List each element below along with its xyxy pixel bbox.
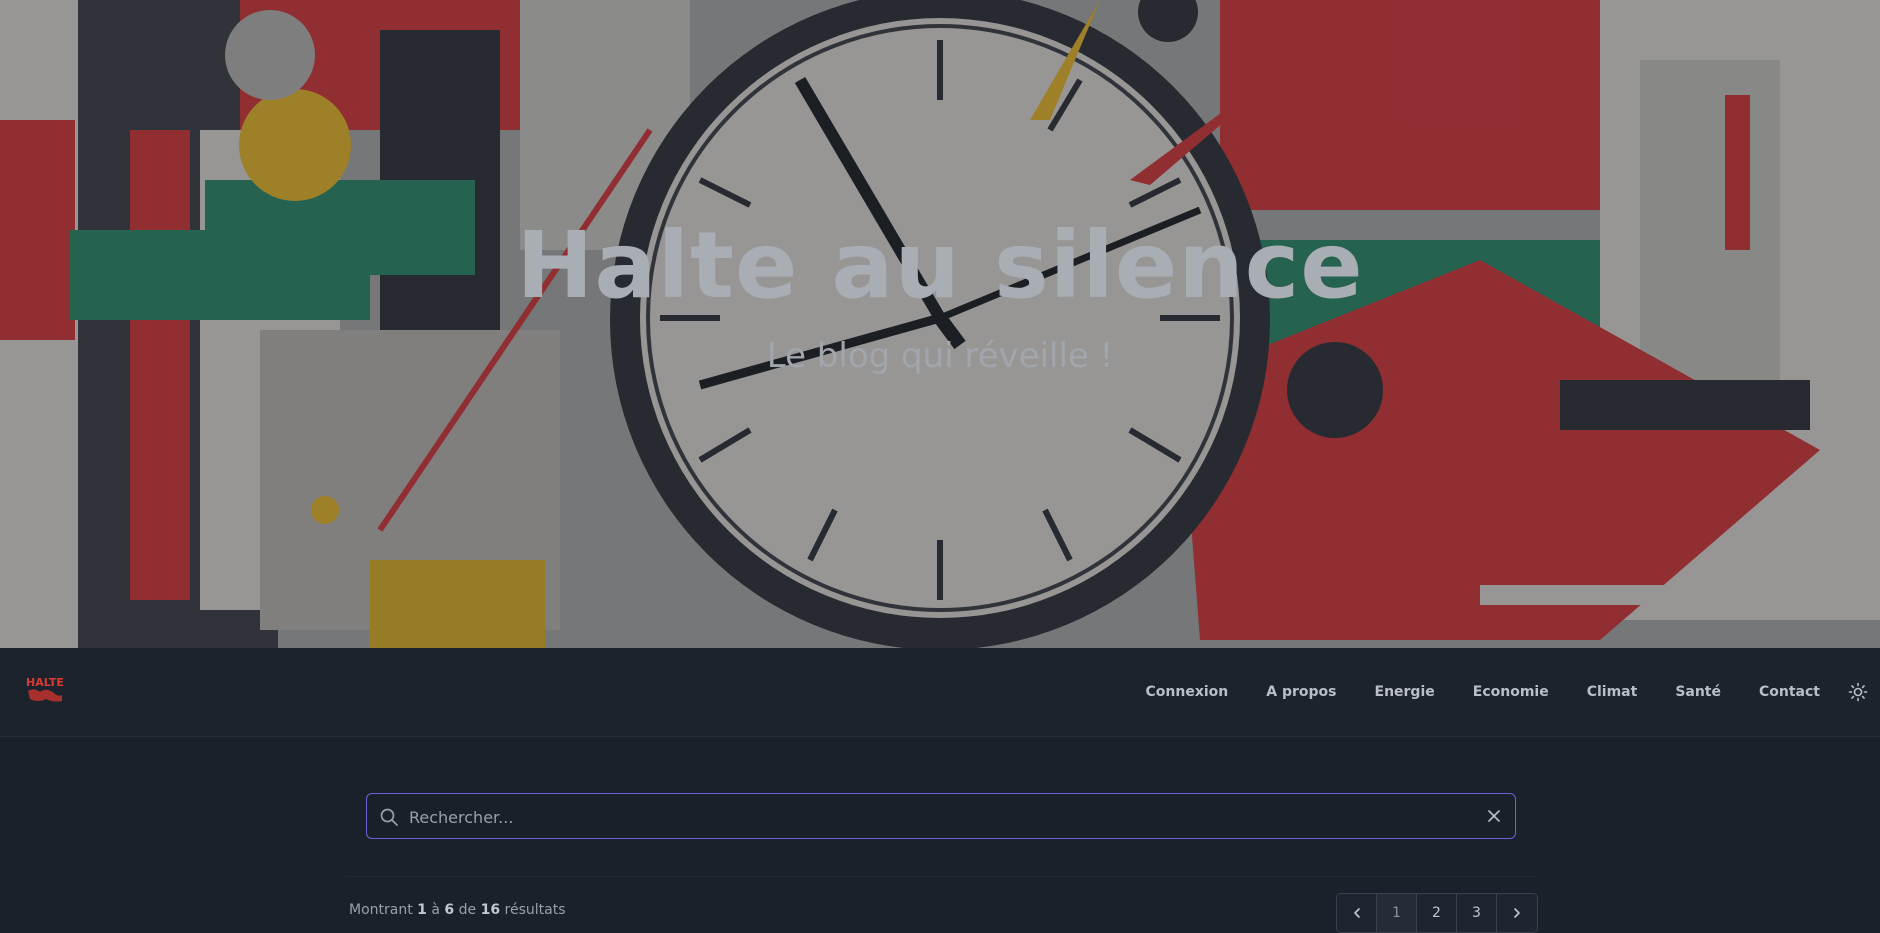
results-suffix: résultats: [504, 902, 566, 918]
logo-text: HALTE: [26, 676, 64, 689]
nav-item-contact[interactable]: Contact: [1759, 684, 1820, 700]
main-navbar: HALTE Connexion A propos Energie Economi…: [0, 648, 1880, 737]
sun-icon: [1848, 682, 1868, 702]
results-to: 6: [444, 902, 455, 918]
close-icon[interactable]: [1485, 807, 1503, 825]
pagination-page-2[interactable]: 2: [1417, 894, 1457, 932]
nav-item-sante[interactable]: Santé: [1675, 684, 1721, 700]
chevron-right-icon: [1514, 908, 1520, 918]
results-total: 16: [480, 902, 501, 918]
pagination-page-1[interactable]: 1: [1377, 894, 1417, 932]
pagination-page-3[interactable]: 3: [1457, 894, 1497, 932]
results-sep2: de: [458, 902, 477, 918]
pagination-prev-button[interactable]: [1337, 894, 1377, 932]
nav-item-a-propos[interactable]: A propos: [1266, 684, 1336, 700]
site-subtitle: Le blog qui réveille !: [766, 336, 1114, 376]
nav-item-climat[interactable]: Climat: [1587, 684, 1638, 700]
hero-banner: Halte au silence Le blog qui réveille !: [0, 0, 1880, 648]
chevron-left-icon: [1353, 908, 1360, 918]
results-sep1: à: [431, 902, 440, 918]
site-logo[interactable]: HALTE: [24, 675, 66, 705]
results-from: 1: [417, 902, 427, 918]
nav-item-connexion[interactable]: Connexion: [1146, 684, 1229, 700]
nav-item-economie[interactable]: Economie: [1473, 684, 1549, 700]
search-input[interactable]: [407, 794, 1451, 840]
hero-overlay: [0, 0, 1880, 648]
pagination-next-button[interactable]: [1497, 894, 1537, 932]
nav-menu: Connexion A propos Energie Economie Clim…: [1146, 648, 1820, 736]
nav-item-energie[interactable]: Energie: [1375, 684, 1435, 700]
site-title: Halte au silence: [516, 212, 1364, 319]
search-box: [366, 793, 1516, 840]
pagination: 1 2 3: [1336, 893, 1538, 933]
theme-toggle-button[interactable]: [1848, 682, 1868, 702]
results-prefix: Montrant: [349, 902, 413, 918]
search-icon: [379, 807, 399, 827]
results-count: Montrant 1 à 6 de 16 résultats: [349, 902, 566, 918]
content-divider: [346, 876, 1536, 877]
